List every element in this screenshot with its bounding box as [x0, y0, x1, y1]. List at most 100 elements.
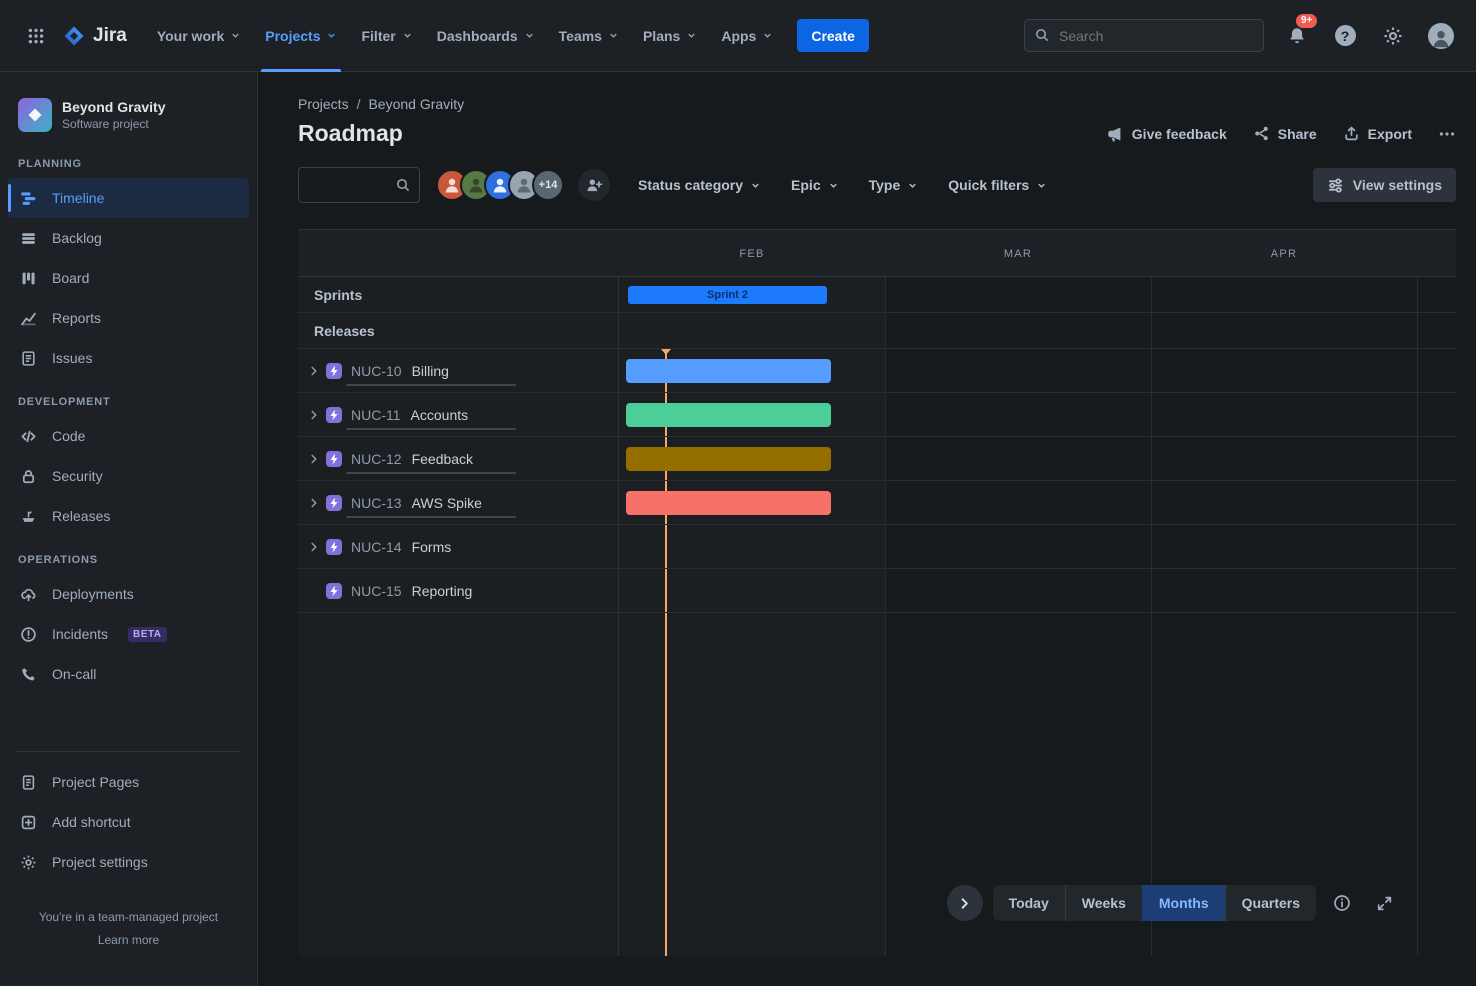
- jira-logo[interactable]: Jira: [62, 24, 127, 48]
- nav-your-work[interactable]: Your work: [145, 0, 253, 72]
- breadcrumb-project-name[interactable]: Beyond Gravity: [368, 96, 464, 112]
- zoom-today-button[interactable]: Today: [993, 885, 1065, 921]
- month-label-feb: FEB: [619, 230, 885, 277]
- sidebar-item-code[interactable]: Code: [8, 416, 249, 456]
- scroll-right-button[interactable]: [947, 885, 983, 921]
- sidebar-item-timeline[interactable]: Timeline: [8, 178, 249, 218]
- nav-plans[interactable]: Plans: [631, 0, 709, 72]
- issue-name: Reporting: [412, 583, 473, 599]
- create-button[interactable]: Create: [797, 19, 869, 52]
- expand-chevron-icon[interactable]: [306, 495, 322, 511]
- chevron-down-icon: [524, 30, 535, 41]
- chevron-down-icon: [326, 30, 337, 41]
- project-sidebar: Beyond Gravity Software project PLANNING…: [0, 72, 258, 986]
- sidebar-item-incidents[interactable]: Incidents BETA: [8, 614, 249, 654]
- fullscreen-button[interactable]: [1368, 887, 1400, 919]
- epic-bar[interactable]: [626, 447, 831, 471]
- epic-bar[interactable]: [626, 403, 831, 427]
- zoom-months-button[interactable]: Months: [1142, 885, 1225, 921]
- sidebar-item-reports[interactable]: Reports: [8, 298, 249, 338]
- epic-icon: [326, 407, 342, 423]
- chevron-down-icon: [828, 180, 839, 191]
- issue-key: NUC-14: [351, 539, 402, 555]
- project-header[interactable]: Beyond Gravity Software project: [0, 94, 257, 148]
- issue-key: NUC-11: [351, 407, 401, 423]
- epic-bar[interactable]: [626, 359, 831, 383]
- issue-key: NUC-10: [351, 363, 402, 379]
- type-filter[interactable]: Type: [869, 177, 919, 193]
- nav-dashboards[interactable]: Dashboards: [425, 0, 547, 72]
- chevron-down-icon: [230, 30, 241, 41]
- breadcrumb-projects[interactable]: Projects: [298, 96, 349, 112]
- sidebar-item-add-shortcut[interactable]: Add shortcut: [8, 802, 249, 842]
- gear-icon: [1383, 26, 1403, 46]
- sidebar-item-project-pages[interactable]: Project Pages: [8, 762, 249, 802]
- code-icon: [18, 428, 38, 445]
- epic-row[interactable]: NUC-12 Feedback: [298, 437, 1456, 481]
- give-feedback-button[interactable]: Give feedback: [1106, 125, 1227, 143]
- sidebar-item-security[interactable]: Security: [8, 456, 249, 496]
- export-button[interactable]: Export: [1343, 125, 1412, 142]
- global-search-input[interactable]: [1024, 19, 1264, 52]
- status-category-filter[interactable]: Status category: [638, 177, 761, 193]
- issue-name: Billing: [412, 363, 449, 379]
- topnav-right: 9+ ?: [1024, 19, 1456, 52]
- help-button[interactable]: ?: [1330, 21, 1360, 51]
- sidebar-item-project-settings[interactable]: Project settings: [8, 842, 249, 882]
- more-actions-button[interactable]: [1438, 125, 1456, 143]
- epic-bar[interactable]: [626, 491, 831, 515]
- chevron-down-icon: [750, 180, 761, 191]
- section-planning: PLANNING: [0, 148, 257, 178]
- add-people-button[interactable]: [578, 169, 610, 201]
- sidebar-item-deployments[interactable]: Deployments: [8, 574, 249, 614]
- page-title: Roadmap: [298, 120, 403, 147]
- sprints-row: Sprints Sprint 2: [298, 277, 1456, 313]
- epic-row[interactable]: NUC-10 Billing: [298, 349, 1456, 393]
- view-settings-button[interactable]: View settings: [1313, 168, 1456, 202]
- expand-chevron-icon[interactable]: [306, 363, 322, 379]
- epic-row[interactable]: NUC-15 Reporting: [298, 569, 1456, 613]
- epic-row[interactable]: NUC-14 Forms: [298, 525, 1456, 569]
- zoom-weeks-button[interactable]: Weeks: [1065, 885, 1142, 921]
- sidebar-item-backlog[interactable]: Backlog: [8, 218, 249, 258]
- breadcrumb-separator: [357, 96, 361, 112]
- expand-chevron-icon[interactable]: [306, 407, 322, 423]
- month-label-apr: APR: [1151, 230, 1417, 277]
- issues-icon: [18, 350, 38, 367]
- info-icon: [1333, 894, 1351, 912]
- sprint-bar[interactable]: Sprint 2: [628, 286, 827, 304]
- notifications-button[interactable]: 9+: [1282, 21, 1312, 51]
- nav-projects[interactable]: Projects: [253, 0, 349, 72]
- share-button[interactable]: Share: [1253, 125, 1317, 142]
- section-operations: OPERATIONS: [0, 536, 257, 574]
- avatar-overflow-count[interactable]: +14: [532, 169, 564, 201]
- epic-row[interactable]: NUC-13 AWS Spike: [298, 481, 1456, 525]
- nav-apps[interactable]: Apps: [709, 0, 785, 72]
- settings-button[interactable]: [1378, 21, 1408, 51]
- epic-row[interactable]: NUC-11 Accounts: [298, 393, 1456, 437]
- chevron-down-icon: [686, 30, 697, 41]
- sidebar-note: You're in a team-managed project Learn m…: [0, 906, 257, 952]
- epic-icon: [326, 363, 342, 379]
- primary-nav: Your work Projects Filter Dashboards Tea…: [145, 0, 786, 72]
- profile-button[interactable]: [1426, 21, 1456, 51]
- timeline-month-header: FEB MAR APR: [298, 230, 1456, 277]
- cloud-icon: [18, 586, 38, 603]
- learn-more-link[interactable]: Learn more: [0, 929, 257, 952]
- app-switcher-button[interactable]: [20, 20, 52, 52]
- nav-filter[interactable]: Filter: [349, 0, 424, 72]
- sidebar-item-on-call[interactable]: On-call: [8, 654, 249, 694]
- quick-filters[interactable]: Quick filters: [948, 177, 1047, 193]
- sidebar-item-releases[interactable]: Releases: [8, 496, 249, 536]
- nav-teams[interactable]: Teams: [547, 0, 631, 72]
- issue-key: NUC-15: [351, 583, 402, 599]
- info-button[interactable]: [1326, 887, 1358, 919]
- issue-name: Forms: [412, 539, 452, 555]
- zoom-quarters-button[interactable]: Quarters: [1225, 885, 1316, 921]
- sidebar-item-board[interactable]: Board: [8, 258, 249, 298]
- expand-chevron-icon[interactable]: [306, 451, 322, 467]
- epic-filter[interactable]: Epic: [791, 177, 839, 193]
- sidebar-item-issues[interactable]: Issues: [8, 338, 249, 378]
- epic-icon: [326, 451, 342, 467]
- expand-chevron-icon[interactable]: [306, 539, 322, 555]
